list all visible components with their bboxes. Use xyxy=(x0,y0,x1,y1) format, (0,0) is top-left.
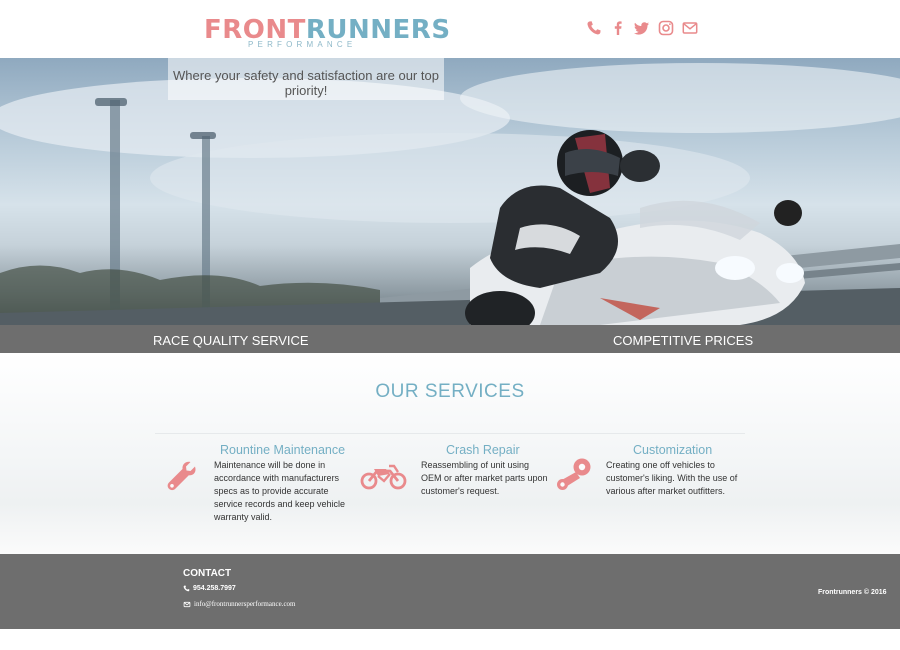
phone-icon xyxy=(183,585,190,592)
service-text-maintenance: Maintenance will be done in accordance w… xyxy=(214,460,346,522)
contact-email-address: info@frontrunnersperformance.com xyxy=(194,600,296,608)
envelope-icon[interactable] xyxy=(682,20,698,36)
hero-banner: Where your safety and satisfaction are o… xyxy=(0,58,900,325)
band-race-quality: RACE QUALITY SERVICE xyxy=(153,333,309,348)
phone-icon[interactable] xyxy=(586,20,602,36)
hero-tagline: Where your safety and satisfaction are o… xyxy=(173,68,439,98)
services-divider xyxy=(155,433,745,434)
twitter-icon[interactable] xyxy=(634,20,650,36)
contact-heading: CONTACT xyxy=(183,568,232,579)
services-section: OUR SERVICES Rountine Maintenance Mainte… xyxy=(0,353,900,554)
service-text-crash-repair: Reassembling of unit using OEM or after … xyxy=(421,460,548,496)
contact-email[interactable]: info@frontrunnersperformance.com xyxy=(183,600,296,608)
social-links xyxy=(586,19,698,37)
site-logo[interactable]: FRONTRUNNERS PERFORMANCE xyxy=(204,16,450,50)
logo-subtitle: PERFORMANCE xyxy=(248,40,357,49)
envelope-icon xyxy=(183,601,191,607)
services-title: OUR SERVICES xyxy=(375,381,525,402)
contact-phone[interactable]: 954.258.7997 xyxy=(183,585,236,592)
copyright-text: Frontrunners © 2016 xyxy=(818,589,887,596)
site-header: FRONTRUNNERS PERFORMANCE xyxy=(0,0,900,58)
service-title-customization: Customization xyxy=(633,443,713,457)
site-footer: CONTACT 954.258.7997 info@frontrunnerspe… xyxy=(0,554,900,629)
service-title-crash-repair: Crash Repair xyxy=(446,443,520,457)
facebook-icon[interactable] xyxy=(610,20,626,36)
band-competitive-prices: COMPETITIVE PRICES xyxy=(613,333,754,348)
service-title-maintenance: Rountine Maintenance xyxy=(220,443,346,457)
service-text-customization: Creating one off vehicles to customer's … xyxy=(606,460,738,496)
hero-motorcycle-photo xyxy=(0,63,900,325)
piston-icon xyxy=(557,458,591,490)
feature-band: RACE QUALITY SERVICE COMPETITIVE PRICES xyxy=(0,325,900,353)
motorcycle-icon xyxy=(360,464,407,490)
contact-phone-number: 954.258.7997 xyxy=(193,585,236,592)
instagram-icon[interactable] xyxy=(658,20,674,36)
page-bottom-strip xyxy=(0,629,900,650)
wrench-icon xyxy=(167,461,196,491)
